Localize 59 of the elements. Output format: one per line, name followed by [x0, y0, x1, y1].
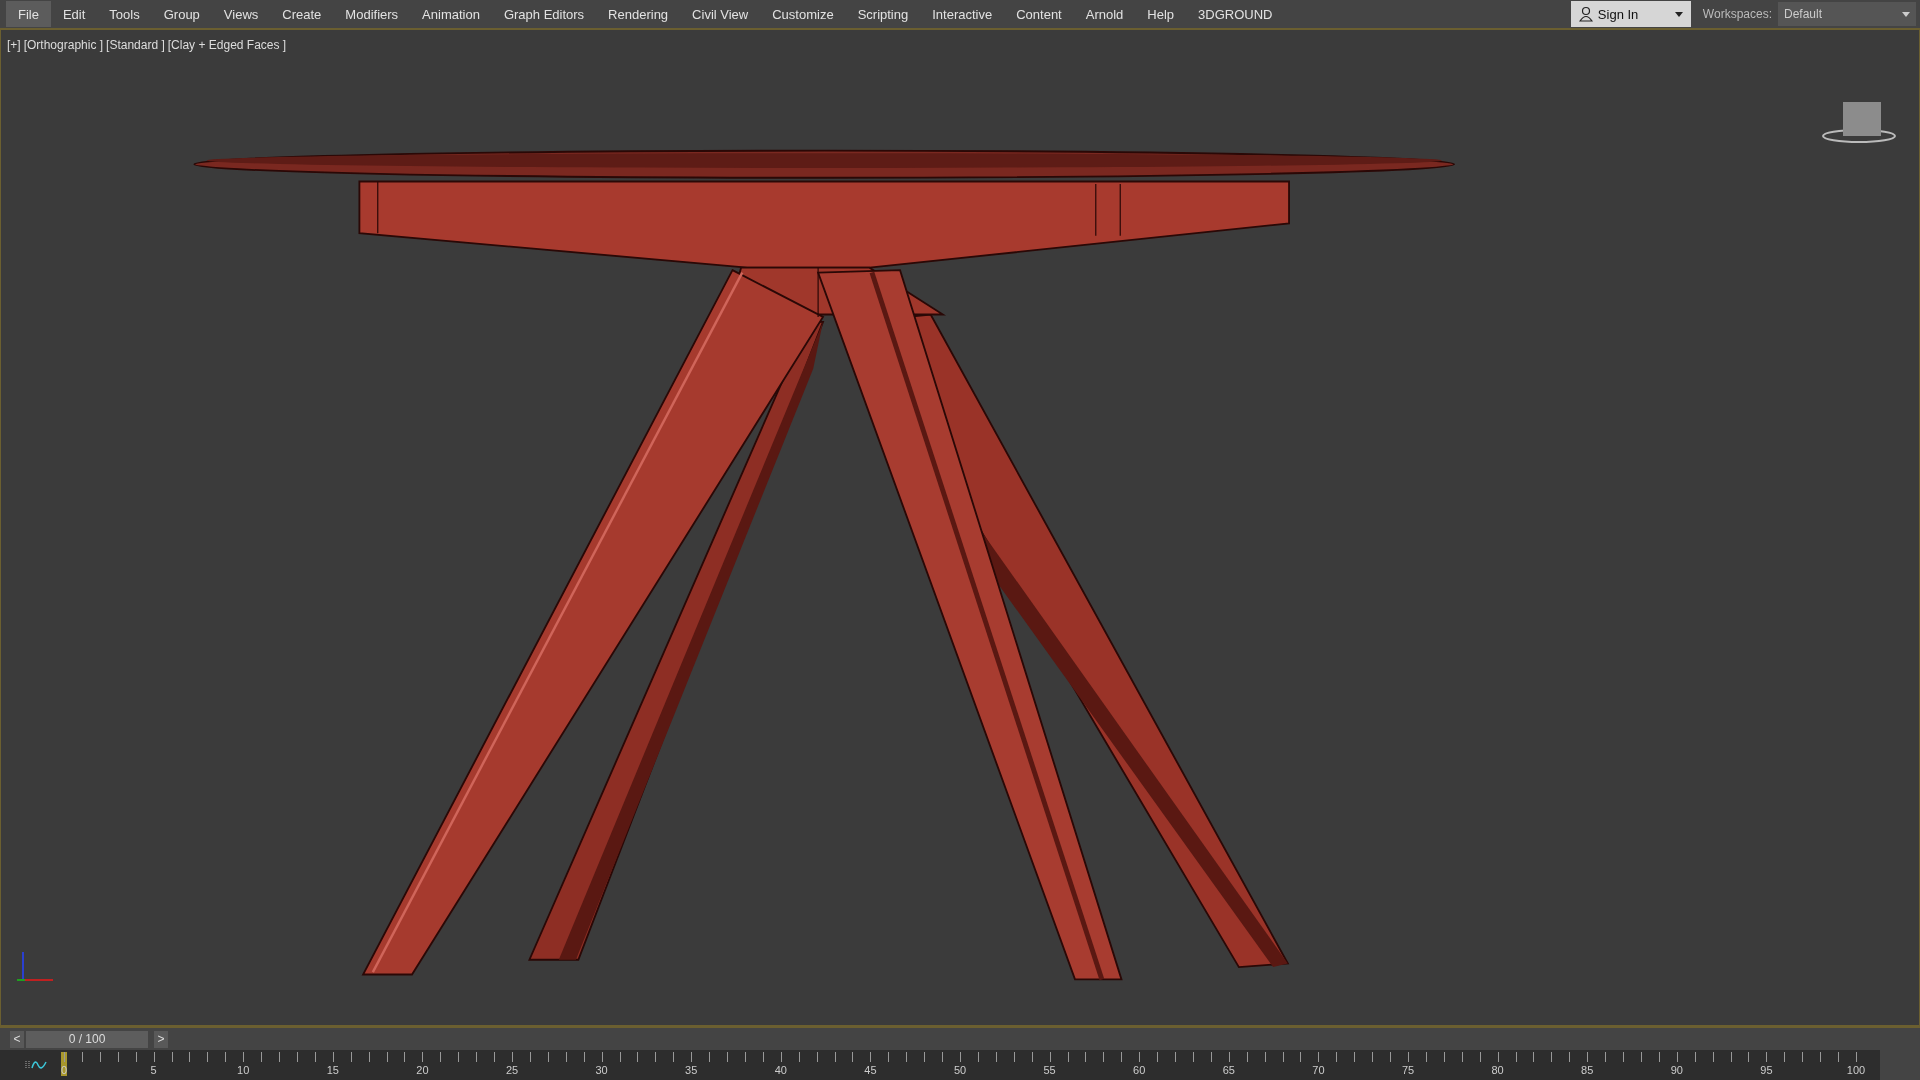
menu-item[interactable]: Content	[1004, 1, 1074, 27]
frame-number: 0	[60, 1064, 68, 1076]
frame-number: 60	[1133, 1064, 1146, 1076]
frame-number: 35	[685, 1064, 698, 1076]
frame-number: 40	[774, 1064, 787, 1076]
frame-number: 5	[150, 1064, 157, 1076]
frame-number: 50	[953, 1064, 967, 1076]
frame-marker	[61, 1052, 67, 1076]
frame-number: 90	[1670, 1064, 1683, 1076]
menu-item[interactable]: 3DGROUND	[1186, 1, 1285, 27]
menu-item[interactable]: Rendering	[596, 1, 681, 27]
frame-number: 55	[1043, 1064, 1056, 1076]
menu-item[interactable]: Civil View	[680, 1, 761, 27]
menu-item[interactable]: Arnold	[1073, 1, 1136, 27]
frame-number: 95	[1760, 1064, 1773, 1076]
frame-number: 70	[1312, 1064, 1325, 1076]
viewport-label[interactable]: [Orthographic ]	[23, 38, 104, 52]
frame-counter[interactable]: 0 / 100	[26, 1030, 148, 1048]
viewport-label[interactable]: [Standard ]	[106, 38, 165, 52]
sign-in-label: Sign In	[1597, 6, 1640, 22]
frame-number: 30	[595, 1064, 608, 1076]
curve-editor-icon[interactable]	[24, 1058, 48, 1072]
menu-item[interactable]: Group	[151, 1, 212, 27]
menu-item[interactable]: Tools	[97, 1, 152, 27]
frame-number: 25	[505, 1064, 519, 1076]
frame-number: 20	[416, 1064, 429, 1076]
frame-number: 85	[1581, 1064, 1594, 1076]
next-frame-button[interactable]: >	[154, 1030, 168, 1048]
sign-in-dropdown[interactable]: Sign In	[1570, 1, 1691, 27]
frame-number: 10	[237, 1064, 250, 1076]
previous-frame-button[interactable]: <	[10, 1030, 24, 1048]
workspace-dropdown[interactable]: Default	[1778, 2, 1916, 26]
viewport[interactable]: [+] [Orthographic ] [Standard ] [Clay + Edged Faces ]	[0, 30, 1920, 1026]
workspace-value: Default	[1784, 7, 1823, 21]
menu-item[interactable]: Interactive	[920, 1, 1005, 27]
frame-number: 100	[1846, 1064, 1866, 1076]
menu-item[interactable]: Edit	[50, 1, 98, 27]
menu-item[interactable]: Help	[1135, 1, 1187, 27]
menu-item[interactable]: Create	[270, 1, 334, 27]
caret-icon	[1674, 11, 1683, 17]
frame-number: 45	[864, 1064, 877, 1076]
viewcube-icon	[1821, 100, 1897, 144]
axis-gizmo-icon	[15, 950, 55, 984]
frame-number: 15	[326, 1064, 339, 1076]
user-icon	[1578, 6, 1593, 22]
menu-item[interactable]: Animation	[410, 1, 492, 27]
viewport-label[interactable]: [Clay + Edged Faces ]	[167, 38, 287, 52]
menu-item[interactable]: Graph Editors	[491, 1, 597, 27]
frame-number: 75	[1401, 1064, 1415, 1076]
menu-item[interactable]: Scripting	[845, 1, 921, 27]
menu-item[interactable]: File	[6, 1, 51, 27]
frame-number: 65	[1222, 1064, 1235, 1076]
frame-number: 80	[1491, 1064, 1504, 1076]
menu-item[interactable]: Views	[211, 1, 271, 27]
caret-icon	[1902, 11, 1910, 17]
menu-item[interactable]: Modifiers	[333, 1, 411, 27]
viewport-label[interactable]: [+]	[7, 38, 21, 52]
workspaces-label: Workspaces:	[1702, 7, 1772, 21]
menu-item[interactable]: Customize	[760, 1, 846, 27]
